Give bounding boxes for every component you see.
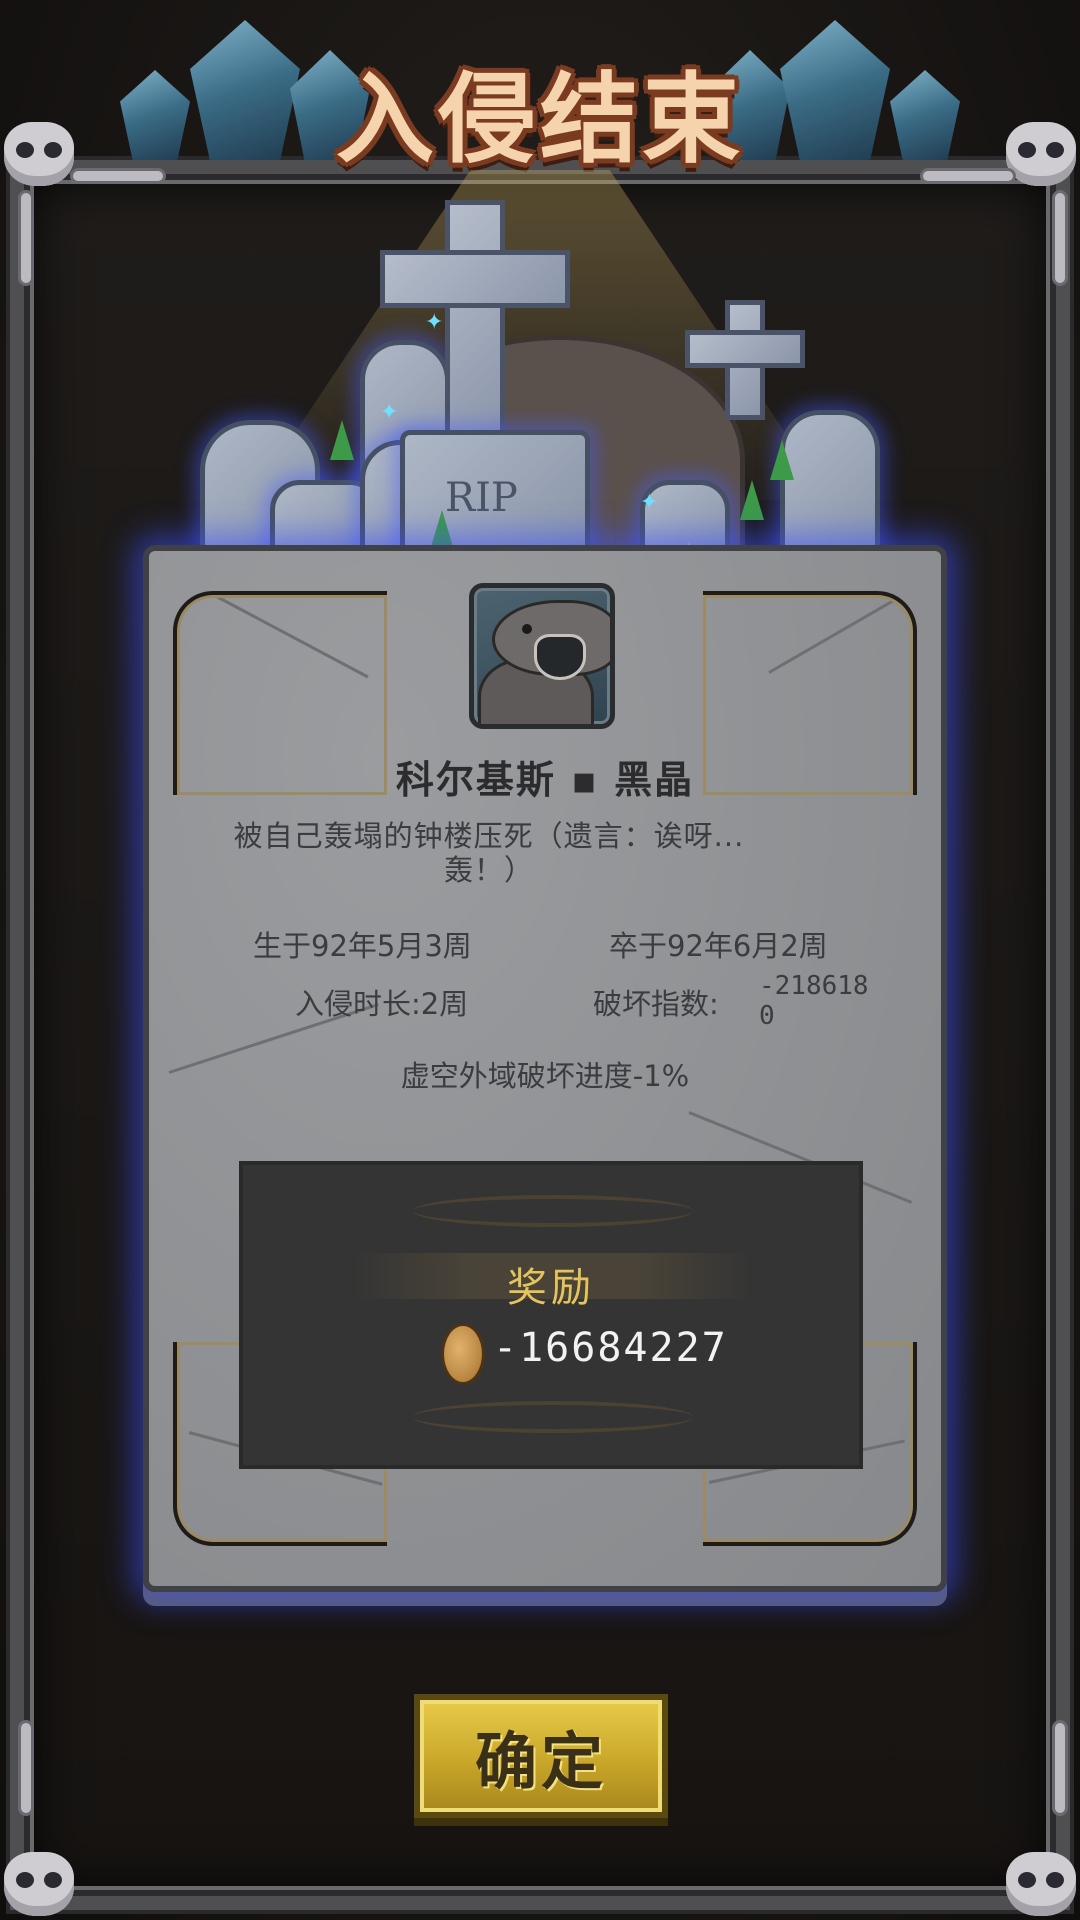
grass-icon (330, 420, 354, 460)
cross-icon (445, 200, 505, 440)
grass-icon (740, 480, 764, 520)
gold-coin-icon (441, 1323, 485, 1385)
hero-portrait (469, 583, 615, 729)
cross-icon (685, 330, 805, 368)
bone-decoration (1052, 190, 1068, 286)
confirm-label: 确定 (474, 1725, 607, 1798)
sparkle-icon: ✦ (425, 310, 444, 335)
void-progress: 虚空外域破坏进度-1% (400, 1059, 690, 1093)
screen-title: 入侵结束 (335, 63, 744, 177)
skull-icon (4, 1852, 74, 1916)
creature-mouth (534, 634, 586, 680)
bone-decoration (1052, 1720, 1068, 1816)
grass-icon (770, 440, 794, 480)
sparkle-icon: ✦ (640, 490, 659, 515)
sparkle-icon: ✦ (380, 400, 399, 425)
rip-text: RIP (445, 475, 518, 521)
tombstone (780, 410, 880, 560)
destruction-value: -2186180 (759, 971, 869, 1031)
epitaph-tablet: 科尔基斯 ▪ 黑晶 被自己轰塌的钟楼压死（遗言：诶呀...轰！） 生于92年5月… (143, 545, 947, 1592)
hero-name: 科尔基斯 ▪ 黑晶 (395, 758, 695, 802)
destruction-label: 破坏指数: (593, 987, 719, 1021)
born-date: 生于92年5月3周 (253, 929, 472, 963)
grass-icon (430, 510, 454, 550)
reward-title: 奖励 (507, 1265, 595, 1311)
bone-decoration (18, 190, 34, 286)
ornament-top (413, 1195, 693, 1227)
cross-icon (380, 250, 570, 308)
epitaph-text: 被自己轰塌的钟楼压死（遗言：诶呀...轰！） (233, 819, 745, 887)
confirm-button[interactable]: 确定 (414, 1694, 668, 1818)
skull-icon (1006, 1852, 1076, 1916)
reward-value: -16684227 (493, 1325, 728, 1371)
creature-eye (522, 624, 532, 634)
bone-decoration (18, 1720, 34, 1816)
ornament-bottom (413, 1401, 693, 1433)
game-scene: 入侵结束 RIP ✦ ✦ ✦ ✦ (0, 0, 1080, 1920)
death-date: 卒于92年6月2周 (609, 929, 828, 963)
reward-panel: 奖励 -16684227 (239, 1161, 863, 1469)
invasion-duration: 入侵时长:2周 (295, 987, 469, 1021)
graveyard: RIP ✦ ✦ ✦ ✦ (180, 190, 900, 580)
